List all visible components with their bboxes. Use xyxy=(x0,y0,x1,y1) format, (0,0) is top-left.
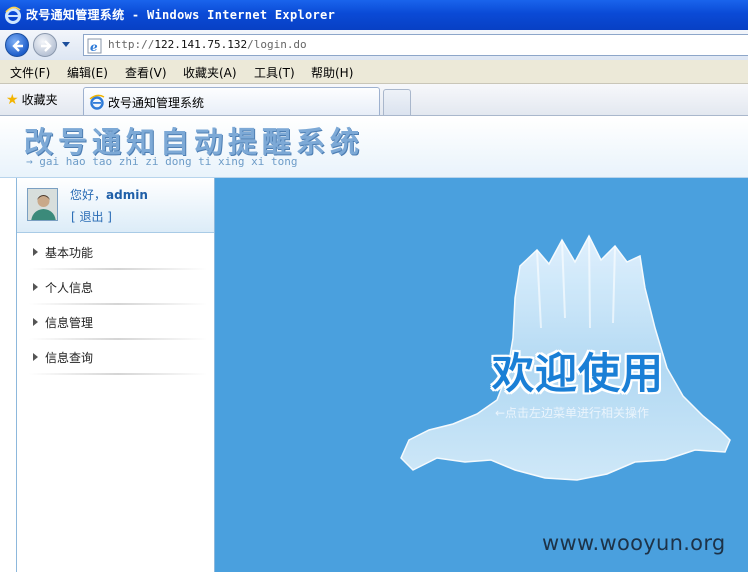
address-url[interactable]: http://122.141.75.132/login.do xyxy=(108,38,307,51)
iceberg-illustration xyxy=(400,234,731,481)
sidebar-item-label: 信息查询 xyxy=(45,351,94,365)
ie-page-icon: e xyxy=(87,38,102,54)
star-icon: ★ xyxy=(6,92,19,108)
tab-current[interactable]: 改号通知管理系统 xyxy=(83,87,380,115)
caret-right-icon xyxy=(33,248,38,256)
divider xyxy=(29,373,207,375)
welcome-hint: ←点击左边菜单进行相关操作 xyxy=(495,406,650,420)
ie-logo-icon xyxy=(5,6,21,24)
recent-pages-dropdown-icon[interactable] xyxy=(61,41,71,49)
caret-right-icon xyxy=(33,353,38,361)
sidebar-item-label: 信息管理 xyxy=(45,316,94,330)
favorites-label: 收藏夹 xyxy=(21,93,58,107)
tab-bar: ★ 收藏夹 改号通知管理系统 xyxy=(0,84,748,116)
forward-arrow-icon xyxy=(41,40,52,52)
window-title-bar: 改号通知管理系统 - Windows Internet Explorer xyxy=(0,0,748,30)
menu-file[interactable]: 文件(F) xyxy=(10,64,50,81)
welcome-heading: 欢迎使用 xyxy=(492,349,665,398)
caret-right-icon xyxy=(33,283,38,291)
system-subtitle: → gai hao tao zhi zi dong ti xing xi ton… xyxy=(26,155,298,168)
menu-edit[interactable]: 编辑(E) xyxy=(67,64,108,81)
svg-text:e: e xyxy=(90,40,98,54)
logout-link[interactable]: [ 退出 ] xyxy=(71,208,112,225)
caret-right-icon xyxy=(33,318,38,326)
menu-bar: 文件(F) 编辑(E) 查看(V) 收藏夹(A) 工具(T) 帮助(H) xyxy=(0,60,748,84)
sidebar-item-basic-functions[interactable]: 基本功能 xyxy=(17,235,214,270)
favorites-button[interactable]: ★ 收藏夹 xyxy=(6,91,58,108)
sidebar: 您好，admin [ 退出 ] 基本功能 个人信息 信息管理 信息查询 xyxy=(16,178,215,572)
user-avatar-icon xyxy=(28,189,57,220)
menu-help[interactable]: 帮助(H) xyxy=(311,64,353,81)
main-content: 欢迎使用 ←点击左边菜单进行相关操作 www.wooyun.org xyxy=(215,178,748,572)
page-header: 改号通知自动提醒系统 → gai hao tao zhi zi dong ti … xyxy=(0,117,748,178)
sidebar-item-label: 个人信息 xyxy=(45,281,94,295)
ie-page-icon xyxy=(89,94,105,110)
menu-tools[interactable]: 工具(T) xyxy=(254,64,295,81)
user-panel: 您好，admin [ 退出 ] xyxy=(17,178,214,233)
new-tab-button[interactable] xyxy=(383,89,411,115)
forward-button[interactable] xyxy=(33,33,57,57)
user-greeting: 您好，admin xyxy=(70,188,148,202)
navigation-toolbar: e http://122.141.75.132/login.do xyxy=(0,30,748,60)
back-arrow-icon xyxy=(12,40,23,52)
avatar xyxy=(27,188,58,221)
sidebar-item-info-management[interactable]: 信息管理 xyxy=(17,305,214,340)
sidebar-item-personal-info[interactable]: 个人信息 xyxy=(17,270,214,305)
window-title: 改号通知管理系统 - Windows Internet Explorer xyxy=(26,8,336,22)
watermark: www.wooyun.org xyxy=(542,531,726,555)
tab-title: 改号通知管理系统 xyxy=(108,96,205,110)
address-bar[interactable]: e http://122.141.75.132/login.do xyxy=(83,34,748,56)
sidebar-item-label: 基本功能 xyxy=(45,246,94,260)
sidebar-item-info-query[interactable]: 信息查询 xyxy=(17,340,214,375)
back-button[interactable] xyxy=(5,33,29,57)
menu-favorites[interactable]: 收藏夹(A) xyxy=(183,64,237,81)
username: admin xyxy=(106,188,148,202)
menu-view[interactable]: 查看(V) xyxy=(125,64,167,81)
